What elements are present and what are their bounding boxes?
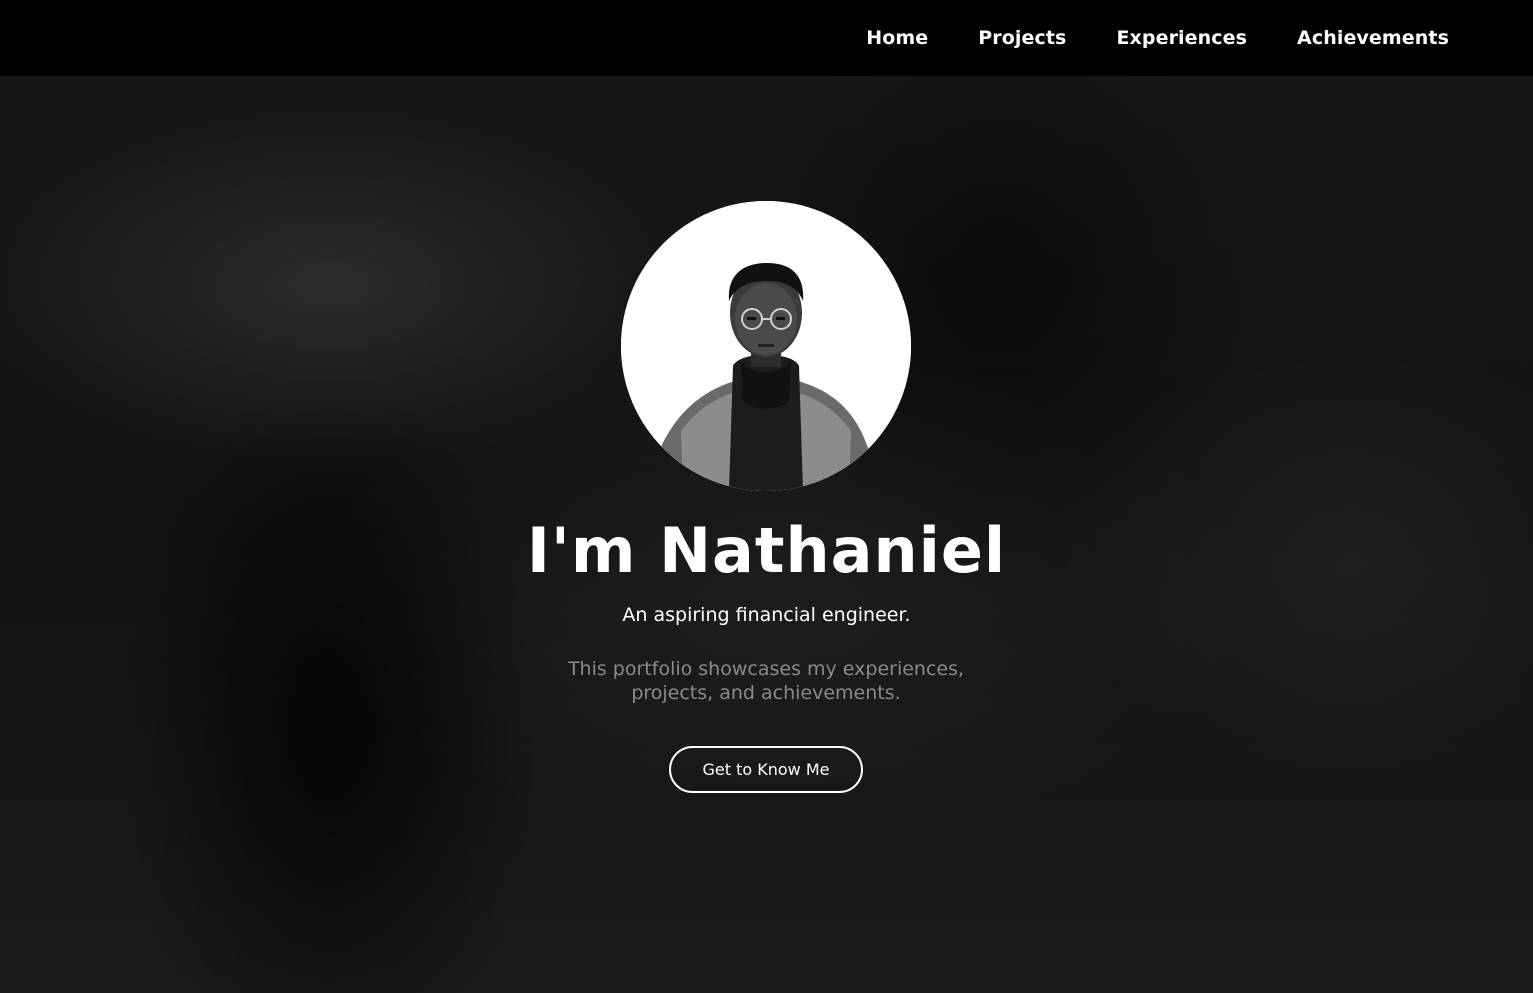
nav-experiences-link[interactable]: Experiences [1116, 27, 1247, 49]
get-to-know-me-button[interactable]: Get to Know Me [669, 746, 863, 793]
nav-home-link[interactable]: Home [866, 27, 928, 49]
hero-section: I'm Nathaniel An aspiring financial engi… [0, 76, 1533, 993]
hero-description: This portfolio showcases my experiences,… [567, 658, 965, 704]
nav-achievements-link[interactable]: Achievements [1297, 27, 1449, 49]
nav-projects-link[interactable]: Projects [978, 27, 1066, 49]
profile-avatar [621, 201, 911, 491]
profile-photo [621, 201, 911, 491]
hero-tagline: An aspiring financial engineer. [622, 604, 911, 626]
hero-headline: I'm Nathaniel [526, 514, 1007, 587]
top-navbar: Home Projects Experiences Achievements [0, 0, 1533, 76]
